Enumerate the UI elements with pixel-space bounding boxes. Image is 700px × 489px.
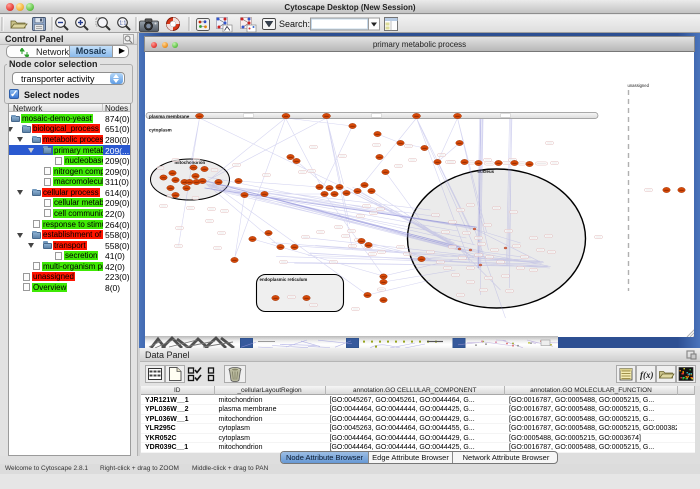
svg-text:1:1: 1:1 bbox=[119, 21, 126, 27]
svg-text:Search:: Search: bbox=[279, 19, 310, 29]
svg-text:cytoplasm: cytoplasm bbox=[149, 128, 172, 133]
svg-text:f(x): f(x) bbox=[640, 370, 654, 380]
svg-text:plasma membrane: plasma membrane bbox=[149, 114, 190, 119]
svg-text:mitochondrion: mitochondrion bbox=[174, 160, 205, 165]
svg-text:unassigned: unassigned bbox=[627, 83, 649, 88]
svg-text:endoplasmic reticulum: endoplasmic reticulum bbox=[259, 277, 307, 282]
